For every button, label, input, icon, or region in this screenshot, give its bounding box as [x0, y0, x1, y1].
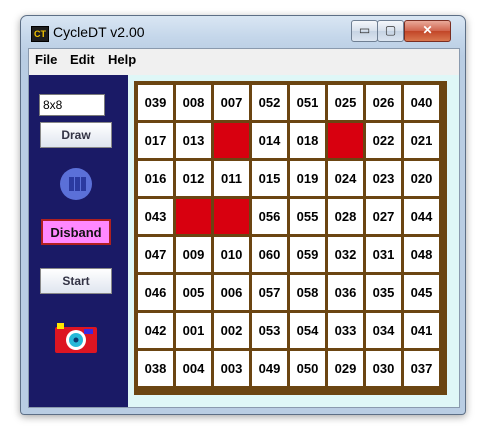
start-button[interactable]: Start: [40, 268, 112, 294]
menu-bar: File Edit Help: [29, 49, 459, 71]
grid-cell[interactable]: 046: [138, 275, 173, 310]
grid-cell[interactable]: 014: [252, 123, 287, 158]
grid-cell[interactable]: 022: [366, 123, 401, 158]
grid-cell[interactable]: 001: [176, 313, 211, 348]
menu-file[interactable]: File: [35, 52, 57, 67]
grid-cell[interactable]: 041: [404, 313, 439, 348]
menu-help[interactable]: Help: [108, 52, 136, 67]
app-window: CT CycleDT v2.00 ▭ ▢ ✕ File Edit Help Dr…: [20, 15, 466, 415]
title-bar[interactable]: CT CycleDT v2.00 ▭ ▢ ✕: [21, 16, 465, 46]
grid-cell[interactable]: 060: [252, 237, 287, 272]
grid-cell[interactable]: 018: [290, 123, 325, 158]
grid-cell[interactable]: 042: [138, 313, 173, 348]
grid-cell[interactable]: 017: [138, 123, 173, 158]
grid-cell[interactable]: 055: [290, 199, 325, 234]
grid-cell[interactable]: 051: [290, 85, 325, 120]
grid-cell[interactable]: 025: [328, 85, 363, 120]
grid-cell[interactable]: 002: [214, 313, 249, 348]
minimize-button[interactable]: ▭: [351, 20, 378, 42]
grid-cell[interactable]: 059: [290, 237, 325, 272]
grid-cell[interactable]: 053: [252, 313, 287, 348]
grid-cell[interactable]: 004: [176, 351, 211, 386]
maximize-button[interactable]: ▢: [377, 20, 404, 42]
grid-cell[interactable]: 035: [366, 275, 401, 310]
grid-cell[interactable]: 019: [290, 161, 325, 196]
grid-cell[interactable]: 031: [366, 237, 401, 272]
grid-cell[interactable]: 052: [252, 85, 287, 120]
menu-edit[interactable]: Edit: [70, 52, 95, 67]
grid-cell[interactable]: 048: [404, 237, 439, 272]
grid-cell[interactable]: 012: [176, 161, 211, 196]
grid-cell[interactable]: 027: [366, 199, 401, 234]
grid-cell[interactable]: 038: [138, 351, 173, 386]
grid-cell[interactable]: 003: [214, 351, 249, 386]
grid-cell[interactable]: 011: [214, 161, 249, 196]
grid-cell[interactable]: 028: [328, 199, 363, 234]
blocked-cell[interactable]: [214, 199, 249, 234]
grid-cell[interactable]: 039: [138, 85, 173, 120]
grid-cell[interactable]: 006: [214, 275, 249, 310]
grid-cell[interactable]: 021: [404, 123, 439, 158]
grid-cell[interactable]: 029: [328, 351, 363, 386]
grid-cell[interactable]: 007: [214, 85, 249, 120]
grid-cell[interactable]: 026: [366, 85, 401, 120]
grid-area: 039 008 007 052 051 025 026 040 017 013 014 018 022 0…: [128, 75, 459, 407]
control-panel: Draw Disband Start: [29, 75, 128, 407]
grid-cell[interactable]: 050: [290, 351, 325, 386]
grid-cell[interactable]: 024: [328, 161, 363, 196]
grid-cell[interactable]: 043: [138, 199, 173, 234]
grid-cell[interactable]: 034: [366, 313, 401, 348]
grid-cell[interactable]: 047: [138, 237, 173, 272]
grid-size-input[interactable]: [39, 94, 105, 116]
grid-cell[interactable]: 030: [366, 351, 401, 386]
grid-cell[interactable]: 020: [404, 161, 439, 196]
grid-cell[interactable]: 009: [176, 237, 211, 272]
window-title: CycleDT v2.00: [53, 24, 145, 40]
pause-icon[interactable]: [60, 168, 92, 200]
blocked-cell[interactable]: [214, 123, 249, 158]
grid-cell[interactable]: 016: [138, 161, 173, 196]
grid-cell[interactable]: 037: [404, 351, 439, 386]
grid-cell[interactable]: 049: [252, 351, 287, 386]
grid-cell[interactable]: 010: [214, 237, 249, 272]
grid-cell[interactable]: 054: [290, 313, 325, 348]
grid-cell[interactable]: 036: [328, 275, 363, 310]
grid-cell[interactable]: 015: [252, 161, 287, 196]
draw-button[interactable]: Draw: [40, 122, 112, 148]
grid-cell[interactable]: 045: [404, 275, 439, 310]
grid-cell[interactable]: 032: [328, 237, 363, 272]
grid-cell[interactable]: 040: [404, 85, 439, 120]
grid-cell[interactable]: 056: [252, 199, 287, 234]
cycle-board: 039 008 007 052 051 025 026 040 017 013 014 018 022 0…: [134, 81, 447, 395]
camera-icon[interactable]: [54, 322, 98, 354]
blocked-cell[interactable]: [176, 199, 211, 234]
grid-cell[interactable]: 023: [366, 161, 401, 196]
grid-cell[interactable]: 057: [252, 275, 287, 310]
grid-cell[interactable]: 013: [176, 123, 211, 158]
grid-cell[interactable]: 008: [176, 85, 211, 120]
grid-cell[interactable]: 033: [328, 313, 363, 348]
grid-cell[interactable]: 044: [404, 199, 439, 234]
client-area: File Edit Help Draw Disband Start: [28, 48, 460, 408]
grid-cell[interactable]: 005: [176, 275, 211, 310]
blocked-cell[interactable]: [328, 123, 363, 158]
app-logo-icon: CT: [31, 26, 49, 42]
grid-cell[interactable]: 058: [290, 275, 325, 310]
close-button[interactable]: ✕: [404, 20, 451, 42]
disband-button[interactable]: Disband: [41, 219, 111, 245]
